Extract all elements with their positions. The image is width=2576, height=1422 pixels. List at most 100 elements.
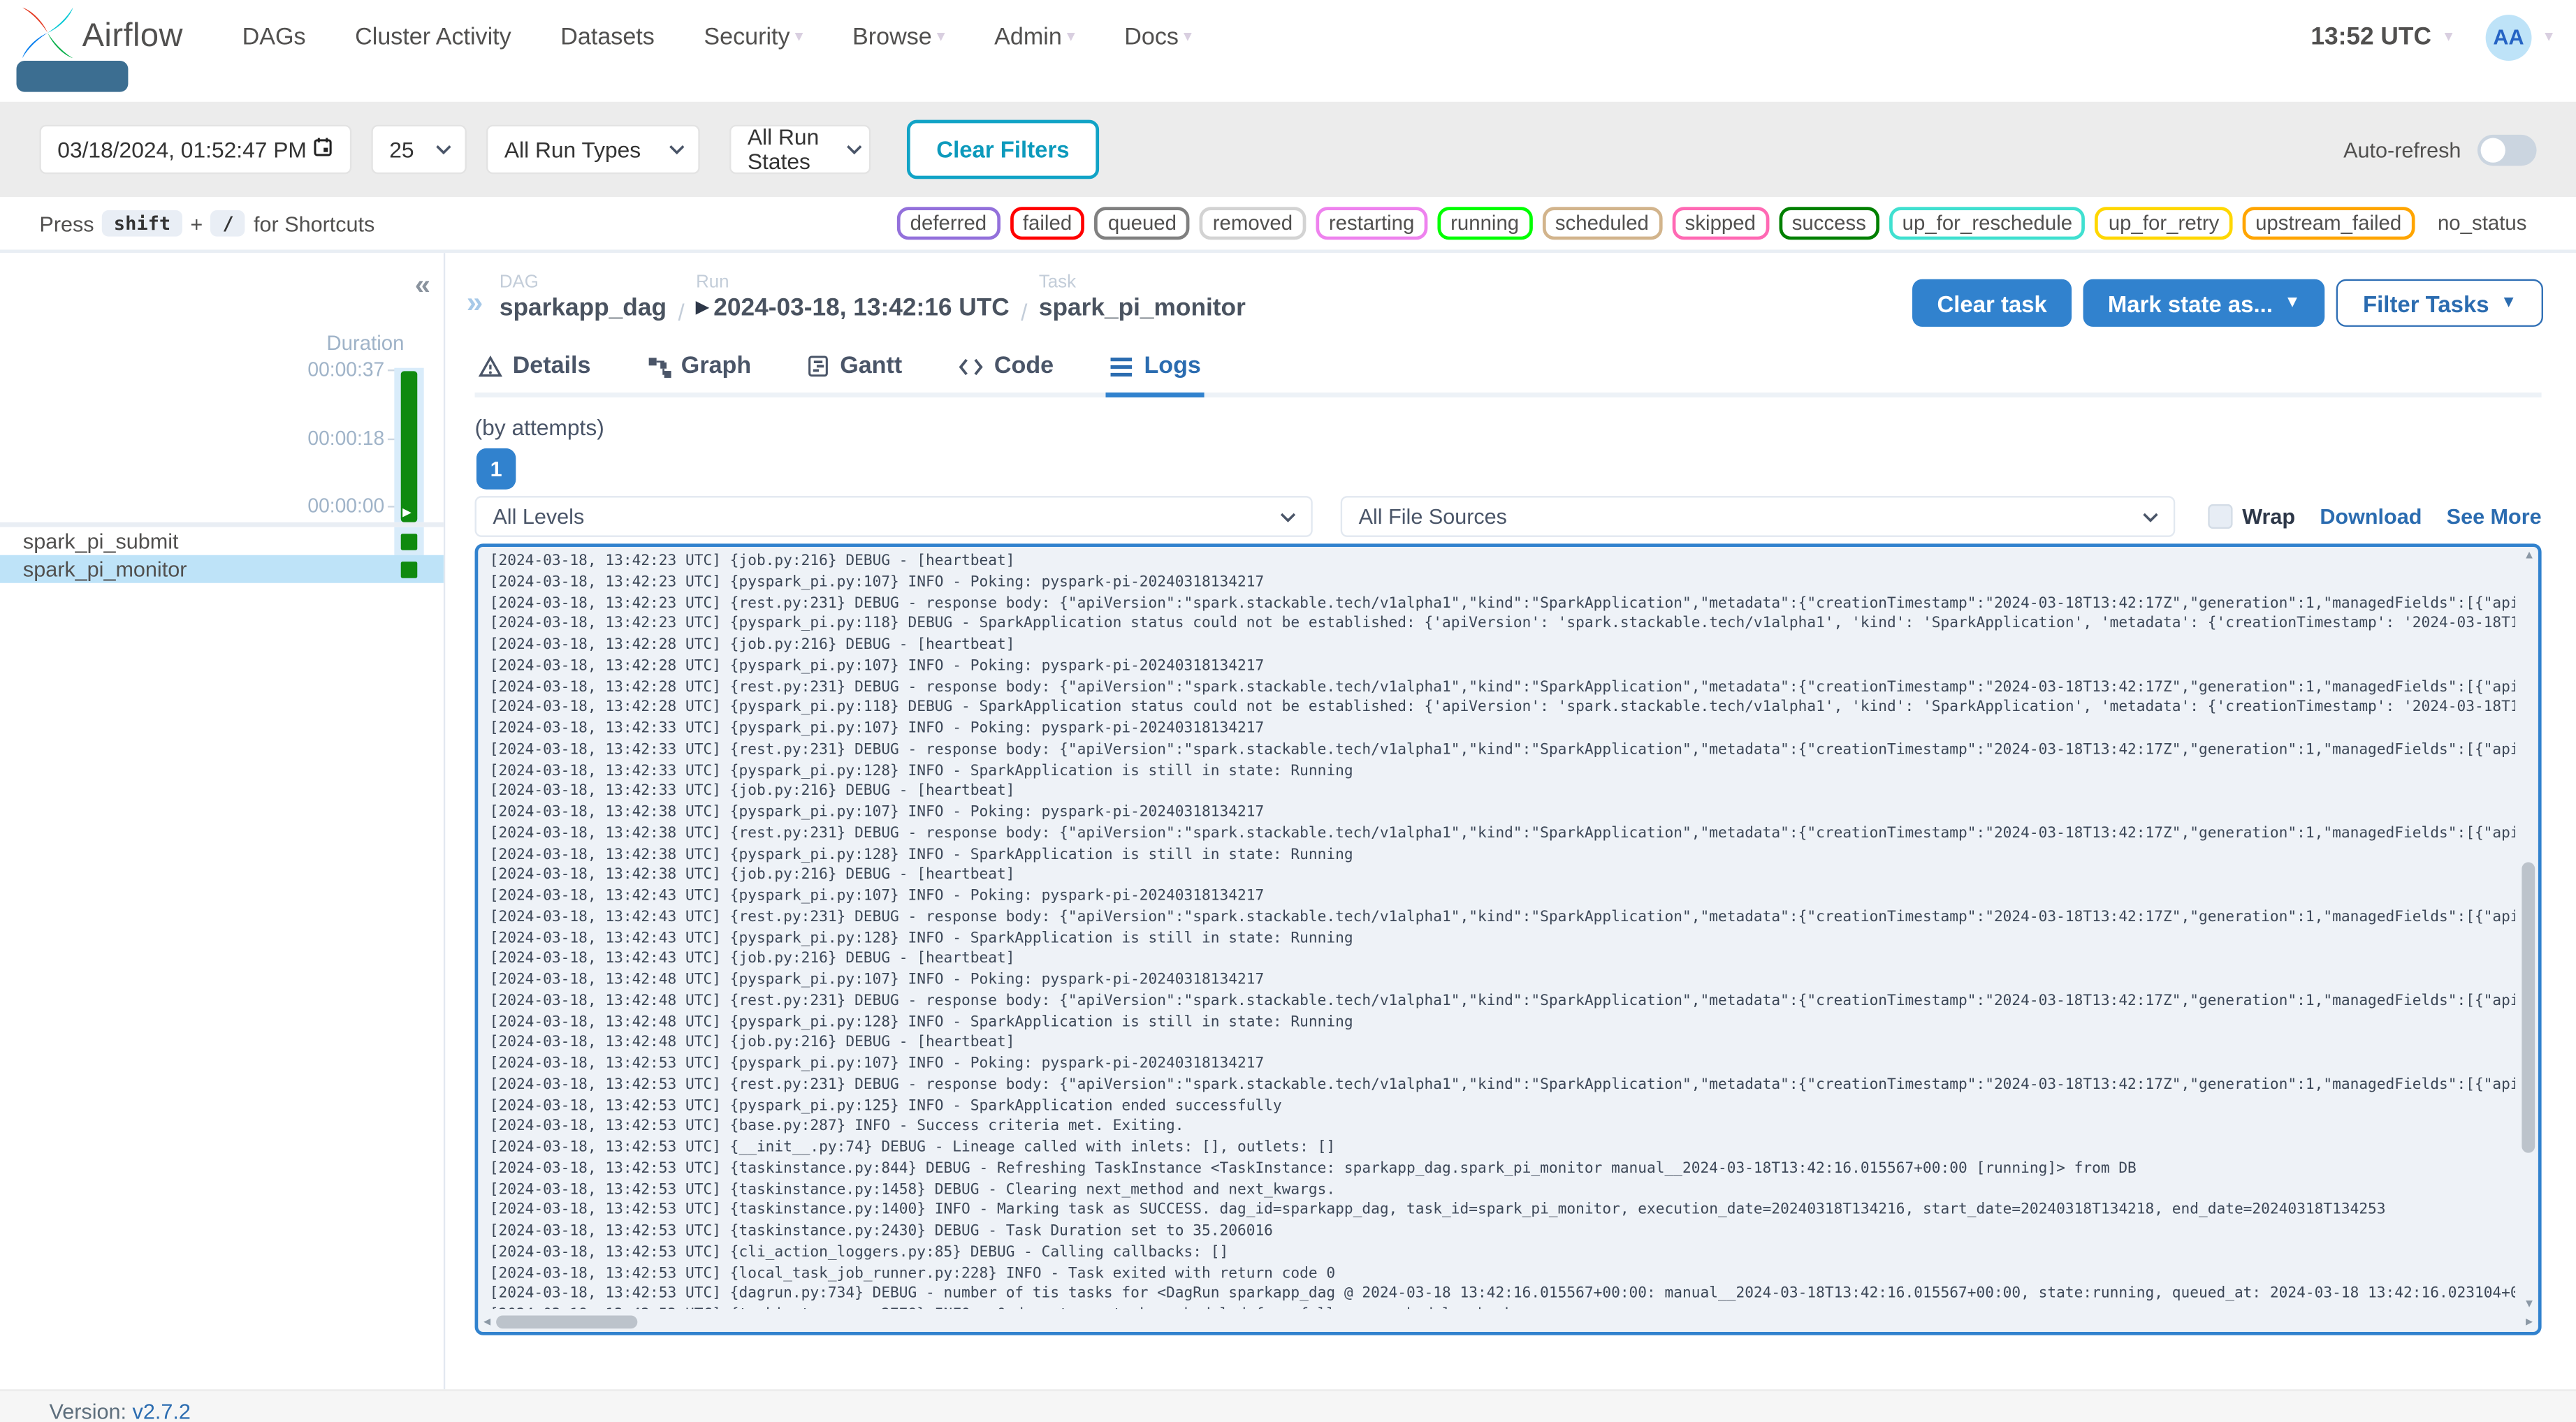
- nav-item-dags[interactable]: DAGs: [242, 24, 306, 50]
- run-date-input[interactable]: 03/18/2024, 01:52:47 PM: [39, 124, 352, 175]
- run-date-value: 03/18/2024, 01:52:47 PM: [57, 137, 307, 162]
- breadcrumb: » DAG sparkapp_dag / Run ▶ 2024-03-18, 13…: [467, 272, 1246, 325]
- page-size-select[interactable]: 25: [371, 124, 467, 175]
- state-badge[interactable]: success: [1778, 207, 1879, 240]
- log-line: [2024-03-18, 13:42:33 UTC] {pyspark_pi.p…: [489, 763, 1353, 779]
- tab-graph[interactable]: Graph: [643, 346, 755, 397]
- success-state-square[interactable]: [400, 533, 418, 550]
- filter-bar: 03/18/2024, 01:52:47 PM 25 All Run Types…: [0, 101, 2576, 198]
- nav-item-security[interactable]: Security ▾: [704, 24, 803, 50]
- nav-item-browse[interactable]: Browse ▾: [852, 24, 945, 50]
- footer: Version: v2.7.2: [0, 1389, 2576, 1422]
- log-level-select[interactable]: All Levels: [474, 496, 1313, 537]
- chevron-down-icon: ▾: [1066, 27, 1075, 46]
- log-line: [2024-03-18, 13:42:53 UTC] {taskinstance…: [489, 1181, 1336, 1199]
- state-badge[interactable]: restarting: [1316, 207, 1428, 240]
- task-name[interactable]: spark_pi_monitor: [23, 557, 187, 581]
- log-line: [2024-03-18, 13:42:53 UTC] {base.py:287}…: [489, 1118, 1184, 1136]
- by-attempts-label: (by attempts): [474, 415, 604, 441]
- state-badge[interactable]: running: [1437, 207, 1532, 240]
- chevron-down-icon: [1280, 511, 1297, 522]
- avatar[interactable]: AA: [2485, 13, 2532, 60]
- clear-task-button[interactable]: Clear task: [1912, 279, 2072, 327]
- task-state-cell: [394, 555, 423, 583]
- mark-state-as-button[interactable]: Mark state as... ▼: [2083, 279, 2325, 327]
- slash-key: /: [211, 210, 246, 237]
- nav-item-docs[interactable]: Docs ▾: [1124, 24, 1192, 50]
- chevron-down-icon: [669, 145, 685, 155]
- wrap-control[interactable]: Wrap: [2207, 504, 2296, 529]
- log-line: [2024-03-18, 13:42:43 UTC] {pyspark_pi.p…: [489, 930, 1353, 947]
- utc-clock[interactable]: 13:52 UTC: [2311, 23, 2431, 51]
- state-badge[interactable]: failed: [1010, 207, 1085, 240]
- nav-item-datasets[interactable]: Datasets: [560, 24, 655, 50]
- auto-refresh-toggle[interactable]: [2477, 133, 2537, 166]
- wrap-checkbox[interactable]: [2207, 504, 2233, 529]
- task-row-spark-pi-submit[interactable]: spark_pi_submit: [0, 527, 444, 555]
- duration-bar[interactable]: ▶: [400, 371, 418, 522]
- nav-item-admin[interactable]: Admin ▾: [994, 24, 1075, 50]
- scroll-left-arrow-icon[interactable]: ◄: [481, 1317, 493, 1328]
- horizontal-scrollbar-thumb[interactable]: [496, 1315, 638, 1329]
- scroll-right-arrow-icon[interactable]: ►: [2524, 1317, 2535, 1328]
- state-badge[interactable]: removed: [1199, 207, 1306, 240]
- filter-tasks-button[interactable]: Filter Tasks ▼: [2336, 279, 2543, 327]
- airflow-brand[interactable]: Airflow: [20, 5, 183, 69]
- nav-item-cluster-activity[interactable]: Cluster Activity: [355, 24, 511, 50]
- log-line: [2024-03-18, 13:42:53 UTC] {local_task_j…: [489, 1265, 1336, 1282]
- log-source-select[interactable]: All File Sources: [1340, 496, 2176, 537]
- state-badge[interactable]: skipped: [1671, 207, 1769, 240]
- log-line: [2024-03-18, 13:42:33 UTC] {rest.py:231}…: [489, 742, 2515, 758]
- log-line: [2024-03-18, 13:42:53 UTC] {taskinstance…: [490, 1305, 2515, 1309]
- download-link[interactable]: Download: [2320, 504, 2422, 529]
- log-line: [2024-03-18, 13:42:38 UTC] {job.py:216} …: [489, 867, 1015, 884]
- version-link[interactable]: v2.7.2: [133, 1399, 191, 1422]
- state-badge[interactable]: scheduled: [1542, 207, 1662, 240]
- navbar: Airflow DAGs Cluster Activity Datasets S…: [0, 0, 2576, 74]
- breadcrumb-task[interactable]: Task spark_pi_monitor: [1039, 272, 1246, 322]
- tab-logs[interactable]: Logs: [1106, 346, 1205, 398]
- breadcrumb-dag[interactable]: DAG sparkapp_dag: [500, 272, 667, 322]
- content: « Duration 00:00:37 00:00:18 00:00:00 ▶ …: [0, 253, 2576, 1390]
- state-badge[interactable]: upstream_failed: [2242, 207, 2415, 240]
- gantt-chart-icon: [807, 355, 830, 378]
- brand-name: Airflow: [82, 17, 183, 54]
- log-toolbar: All Levels All File Sources Wrap Downloa…: [474, 496, 2542, 537]
- tab-details[interactable]: Details: [475, 346, 595, 397]
- run-states-select[interactable]: All Run States: [729, 124, 871, 175]
- chevron-down-icon: ▼: [2284, 293, 2301, 312]
- log-line: [2024-03-18, 13:42:23 UTC] {pyspark_pi.p…: [489, 574, 1265, 591]
- breadcrumb-run[interactable]: Run ▶ 2024-03-18, 13:42:16 UTC: [696, 272, 1010, 322]
- state-badge[interactable]: no_status: [2424, 207, 2540, 240]
- scroll-up-arrow-icon[interactable]: ▲: [2524, 550, 2535, 562]
- tab-code[interactable]: Code: [954, 346, 1056, 397]
- task-name[interactable]: spark_pi_submit: [23, 529, 179, 553]
- attempt-1-button[interactable]: 1: [476, 448, 516, 490]
- wrap-label: Wrap: [2242, 504, 2296, 529]
- see-more-link[interactable]: See More: [2447, 504, 2542, 529]
- double-chevron-right-icon[interactable]: »: [467, 286, 483, 320]
- chevron-down-icon[interactable]: ▾: [2445, 28, 2453, 46]
- chevron-down-icon[interactable]: ▾: [2545, 28, 2553, 46]
- clear-filters-button[interactable]: Clear Filters: [906, 119, 1099, 179]
- log-line: [2024-03-18, 13:42:53 UTC] {taskinstance…: [489, 1160, 2137, 1178]
- log-panel[interactable]: [2024-03-18, 13:42:23 UTC] {job.py:216} …: [474, 543, 2542, 1335]
- collapse-sidebar-icon[interactable]: «: [415, 270, 430, 302]
- run-types-select[interactable]: All Run Types: [486, 124, 700, 175]
- log-line: [2024-03-18, 13:42:53 UTC] {dagrun.py:73…: [489, 1286, 2515, 1303]
- duration-tick: 00:00:00: [307, 494, 395, 518]
- state-badge[interactable]: up_for_reschedule: [1889, 207, 2086, 240]
- state-badge[interactable]: queued: [1095, 207, 1190, 240]
- state-badge[interactable]: up_for_retry: [2095, 207, 2233, 240]
- version-label: Version:: [49, 1399, 127, 1422]
- vertical-scrollbar-thumb[interactable]: [2522, 862, 2535, 1153]
- auto-refresh-control: Auto-refresh: [2343, 133, 2537, 166]
- log-line: [2024-03-18, 13:42:53 UTC] {taskinstance…: [489, 1202, 2386, 1219]
- calendar-icon[interactable]: [312, 136, 334, 163]
- tab-gantt[interactable]: Gantt: [803, 346, 905, 397]
- state-badge[interactable]: deferred: [896, 207, 1000, 240]
- success-state-square[interactable]: [400, 561, 418, 578]
- shortcut-hint: Press shift + / for Shortcuts: [39, 210, 375, 237]
- scroll-down-arrow-icon[interactable]: ▼: [2524, 1299, 2535, 1310]
- task-row-spark-pi-monitor[interactable]: spark_pi_monitor: [0, 555, 444, 583]
